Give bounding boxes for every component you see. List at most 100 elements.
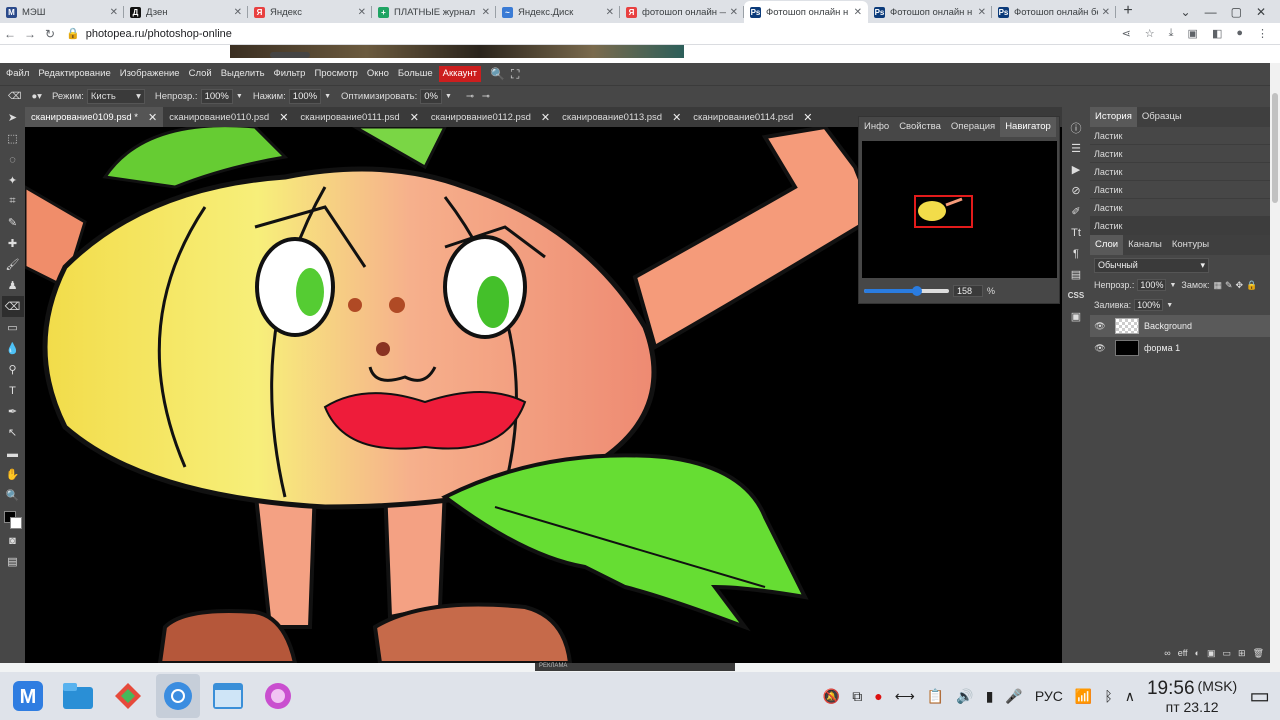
path-select-icon[interactable]: ↖ xyxy=(2,422,24,443)
menu-item[interactable]: Окно xyxy=(364,63,392,85)
zoom-slider[interactable]: 158 % xyxy=(862,284,1057,298)
document-tab-close-icon[interactable]: ✕ xyxy=(803,111,812,124)
record-icon[interactable]: ● xyxy=(874,688,882,704)
bluetooth-icon[interactable]: ᛒ xyxy=(1104,688,1112,704)
blend-mode-select[interactable]: Обычный ▾ xyxy=(1094,257,1209,273)
clock[interactable]: 19:56 (MSK) пт 23.12 xyxy=(1147,679,1237,714)
screenshot-tool-icon[interactable]: ⧉ xyxy=(852,688,862,705)
document-tab[interactable]: сканирование0109.psd * ✕ xyxy=(25,107,164,127)
zoom-slider-track[interactable] xyxy=(864,286,949,296)
crop-tool-icon[interactable]: ⌗ xyxy=(2,191,24,212)
new-layer-icon[interactable]: ⊞ xyxy=(1238,648,1246,659)
lock-transparency-icon[interactable]: ▦ xyxy=(1213,280,1222,291)
opacity-dropdown-icon[interactable]: ▼ xyxy=(236,93,243,100)
layer-row[interactable]: 👁 форма 1 xyxy=(1090,337,1270,359)
layers-tab[interactable]: Слои xyxy=(1090,235,1124,255)
browser-tab[interactable]: Я Яндекс ✕ xyxy=(248,1,372,23)
mode-select[interactable]: Кисть ▾ xyxy=(86,89,145,104)
tab-close-icon[interactable]: ✕ xyxy=(606,7,614,18)
url-field[interactable]: 🔒 photopea.ru/photoshop-online xyxy=(66,27,232,40)
search-icon[interactable]: 🔍 xyxy=(490,67,505,81)
menu-item[interactable]: Фильтр xyxy=(271,63,309,85)
lasso-tool-icon[interactable]: ◌ xyxy=(2,149,24,170)
mesh-app-icon[interactable]: M xyxy=(6,674,50,718)
document-tab[interactable]: сканирование0110.psd ✕ xyxy=(163,107,294,127)
browser-menu-icon[interactable]: ⋮ xyxy=(1257,27,1268,40)
menu-item[interactable]: Файл xyxy=(3,63,32,85)
gradient-tool-icon[interactable]: ▭ xyxy=(2,317,24,338)
zoom-input[interactable]: 158 xyxy=(953,285,983,297)
menu-item[interactable]: Слой xyxy=(186,63,215,85)
wifi-icon[interactable]: 📶 xyxy=(1075,688,1092,705)
history-item[interactable]: Ластик xyxy=(1090,217,1270,235)
keyboard-layout[interactable]: РУС xyxy=(1035,688,1063,704)
clone-stamp-icon[interactable]: ♟ xyxy=(2,275,24,296)
sidebar-icon[interactable]: ◧ xyxy=(1212,27,1222,40)
paragraph-icon[interactable]: ¶ xyxy=(1065,243,1087,264)
maximize-icon[interactable]: ▢ xyxy=(1231,5,1242,19)
visibility-eye-icon[interactable]: 👁 xyxy=(1090,321,1110,332)
toggle-icon-2[interactable]: ⊸ xyxy=(482,91,490,102)
history-item[interactable]: Ластик xyxy=(1090,145,1270,163)
tab-close-icon[interactable]: ✕ xyxy=(358,7,366,18)
delete-layer-icon[interactable]: 🗑 xyxy=(1253,648,1264,659)
tray-expand-icon[interactable]: ∧ xyxy=(1125,688,1135,705)
share-icon[interactable]: ⋖ xyxy=(1122,27,1131,40)
fill-input[interactable]: 100% xyxy=(1134,299,1164,311)
eraser-tool-icon[interactable]: ⌫ xyxy=(8,91,21,102)
brush-preset-icon[interactable]: ●▾ xyxy=(31,91,42,102)
file-manager-icon[interactable] xyxy=(56,674,100,718)
tab-close-icon[interactable]: ✕ xyxy=(110,7,118,18)
resize-icon[interactable]: ⟷ xyxy=(895,688,915,705)
optimize-dropdown-icon[interactable]: ▼ xyxy=(445,93,452,100)
reload-icon[interactable]: ↻ xyxy=(40,27,60,41)
shape-tool-icon[interactable]: ▬ xyxy=(2,443,24,464)
opacity-input[interactable]: 100% xyxy=(200,89,233,104)
move-tool-icon[interactable]: ➤ xyxy=(2,107,24,128)
type-tool-icon[interactable]: T xyxy=(2,380,24,401)
history-tab[interactable]: История xyxy=(1090,107,1137,127)
lock-move-icon[interactable]: ✥ xyxy=(1236,280,1244,291)
tab-close-icon[interactable]: ✕ xyxy=(234,7,242,18)
document-tab[interactable]: сканирование0114.psd ✕ xyxy=(687,107,818,127)
document-tab-close-icon[interactable]: ✕ xyxy=(672,111,681,124)
flow-input[interactable]: 100% xyxy=(288,89,322,104)
visibility-eye-icon[interactable]: 👁 xyxy=(1090,343,1110,354)
toggle-icon[interactable]: ⊸ xyxy=(466,91,474,102)
hand-tool-icon[interactable]: ✋ xyxy=(2,464,24,485)
bookmark-star-icon[interactable]: ☆ xyxy=(1145,27,1155,40)
layer-opacity-input[interactable]: 100% xyxy=(1137,279,1167,291)
zoom-slider-knob[interactable] xyxy=(912,286,923,296)
healing-tool-icon[interactable]: ✚ xyxy=(2,233,24,254)
brush-panel-icon[interactable]: ✐ xyxy=(1065,201,1087,222)
fill-dropdown-icon[interactable]: ▼ xyxy=(1166,302,1173,309)
browser-tab[interactable]: Яфотошоп онлайн — ✕ xyxy=(620,1,744,23)
navigator-icon[interactable]: ⊘ xyxy=(1065,180,1087,201)
back-icon[interactable]: ← xyxy=(0,27,20,41)
adjustment-icon[interactable]: ◐ xyxy=(1195,648,1200,658)
background-color[interactable] xyxy=(9,517,22,529)
history-tab[interactable]: Образцы xyxy=(1137,107,1187,127)
notifications-muted-icon[interactable]: 🔕 xyxy=(823,688,840,705)
properties-icon[interactable]: ☰ xyxy=(1065,138,1087,159)
document-tab[interactable]: сканирование0111.psd ✕ xyxy=(294,107,424,127)
tab-search-icon[interactable]: ⌄ xyxy=(1181,5,1191,19)
blur-tool-icon[interactable]: 💧 xyxy=(2,338,24,359)
lock-all-icon[interactable]: 🔒 xyxy=(1246,280,1257,291)
tab-close-icon[interactable]: ✕ xyxy=(482,7,490,18)
usb-drive-icon[interactable]: ▮ xyxy=(986,688,994,705)
document-tab-close-icon[interactable]: ✕ xyxy=(279,111,288,124)
browser-tab[interactable]: ~ Яндекс.Диск ✕ xyxy=(496,1,620,23)
messenger-icon[interactable] xyxy=(256,674,300,718)
menu-item[interactable]: Изображение xyxy=(117,63,183,85)
menu-item[interactable]: Просмотр xyxy=(311,63,360,85)
brush-tool-icon[interactable]: 🖌 xyxy=(2,254,24,275)
navigator-preview[interactable] xyxy=(862,141,1057,278)
zoom-tool-icon[interactable]: 🔍 xyxy=(2,485,24,506)
menu-item[interactable]: Больше xyxy=(395,63,436,85)
browser-tab[interactable]: Ps Фотошоп онлайн н ✕ xyxy=(744,1,868,23)
browser-tab[interactable]: Ps Фотошоп онлайн бе ✕ xyxy=(992,1,1116,23)
tab-close-icon[interactable]: ✕ xyxy=(1102,7,1110,18)
document-tab[interactable]: сканирование0113.psd ✕ xyxy=(556,107,687,127)
info-icon[interactable]: ⓘ xyxy=(1065,117,1087,138)
